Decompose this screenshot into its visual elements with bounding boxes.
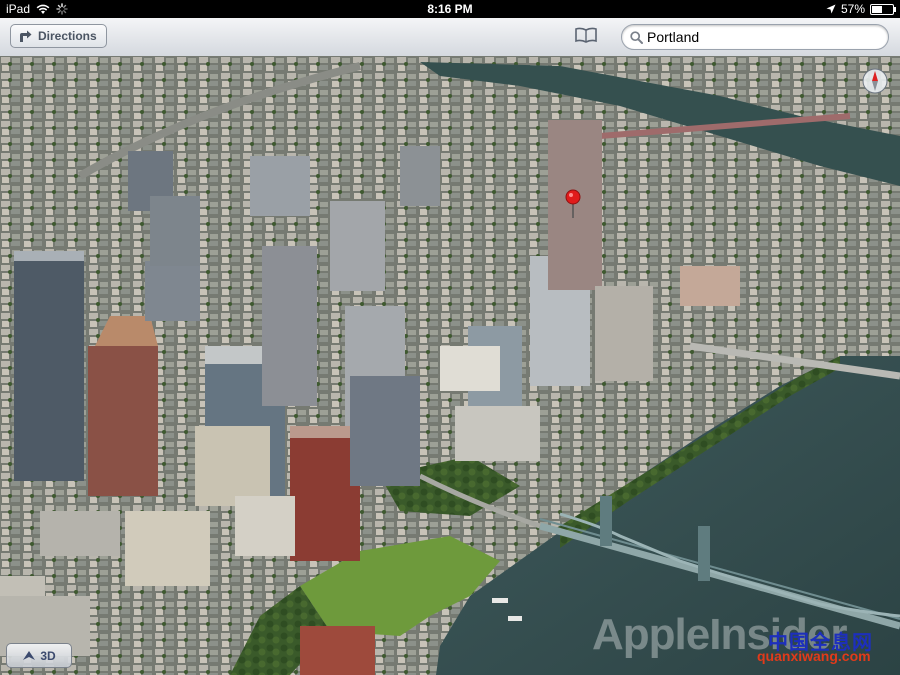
- status-time: 8:16 PM: [427, 2, 473, 16]
- directions-button[interactable]: Directions: [10, 24, 107, 48]
- search-icon: [630, 30, 643, 44]
- toggle-3d-button[interactable]: 3D: [6, 643, 72, 668]
- search-field[interactable]: [621, 24, 889, 50]
- status-bar: iPad 8:16 PM 57%: [0, 0, 900, 18]
- battery-fill: [872, 6, 882, 13]
- maps-toolbar: Directions: [0, 18, 900, 57]
- toggle-3d-label: 3D: [40, 648, 56, 663]
- location-arrow-icon: [826, 4, 836, 14]
- compass-icon[interactable]: [862, 68, 888, 94]
- boat: [508, 616, 522, 621]
- flyover-3d-scene[interactable]: [0, 56, 900, 675]
- search-input[interactable]: [643, 29, 877, 45]
- book-icon[interactable]: [574, 27, 598, 43]
- turn-arrow-icon: [20, 30, 32, 42]
- status-bar-right: 57%: [826, 2, 896, 16]
- directions-label: Directions: [38, 29, 97, 43]
- battery-percent: 57%: [840, 2, 865, 16]
- boat: [492, 598, 508, 603]
- battery-icon: [870, 4, 896, 15]
- site-logo-url: quanxiwang.com: [757, 648, 871, 664]
- map-view[interactable]: [0, 56, 900, 675]
- flyover-arrow-icon: [23, 650, 36, 660]
